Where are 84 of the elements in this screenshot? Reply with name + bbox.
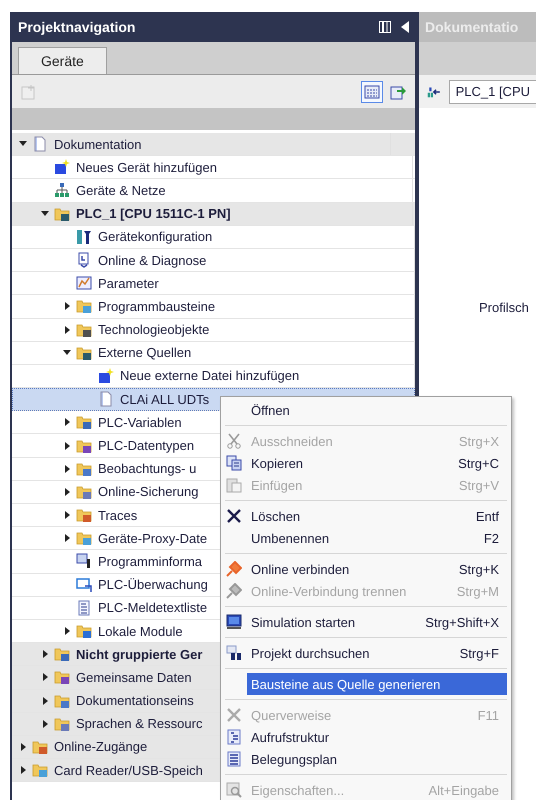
menu-item[interactable]: Bausteine aus Quelle generieren [247,673,507,695]
table-view-icon [364,84,380,100]
new-item-icon [54,159,70,176]
new-item-icon [98,368,114,384]
caret-right-icon[interactable] [18,765,28,776]
folder-icon [76,438,92,454]
tree-item[interactable]: Externe Quellen [12,342,415,365]
caret-right-icon[interactable] [62,464,72,474]
tree-item[interactable]: PLC_1 [CPU 1511C-1 PN] [12,202,415,226]
device-dropdown[interactable]: PLC_1 [CPU [448,80,536,104]
folder-icon [54,716,70,732]
shortcut-label: F11 [478,708,499,722]
plug-icon [226,561,242,577]
folder-icon [54,692,70,709]
shortcut-label: Strg+X [458,434,499,448]
shortcut-label: Alt+Eingabe [428,782,499,798]
split-view-icon[interactable] [379,21,391,33]
computer-icon [226,614,242,630]
structure-icon [226,729,242,745]
caret-right-icon[interactable] [40,718,50,729]
tree-item[interactable]: Programmbausteine [12,295,415,318]
scissors-icon [226,433,242,449]
shortcut-label: Strg+Shift+X [425,614,499,630]
content-text: Profilsch [479,300,529,315]
tab[interactable]: Geräte [18,47,107,74]
caret-right-icon[interactable] [62,440,72,451]
caret-right-icon[interactable] [62,301,72,312]
caret-right-icon[interactable] [40,649,50,660]
caret-right-icon[interactable] [40,696,50,706]
parameter-icon [76,275,92,292]
folder-icon [76,507,92,524]
copy-icon [226,455,242,471]
document-icon [98,391,114,408]
plug-icon [226,583,242,599]
document-icon [32,136,48,152]
shortcut-label: F2 [484,530,499,546]
shortcut-label: Strg+F [460,646,499,660]
tree-item[interactable]: Neues Gerät hinzufügen [12,156,415,180]
folder-icon [76,623,92,640]
folder-icon [76,530,92,546]
folder-icon [54,646,70,662]
tree-item[interactable]: Gerätekonfiguration [12,226,415,249]
info-icon [76,553,92,570]
wrench-icon [76,228,92,245]
shortcut-label: Strg+M [456,584,499,598]
export-icon [390,84,406,100]
folder-icon [54,206,70,222]
folder-icon [32,762,48,778]
monitor-icon [76,576,92,593]
folder-icon [76,344,92,361]
caret-right-icon[interactable] [40,672,50,682]
tree-item[interactable]: Online & Diagnose [12,248,415,272]
collapse-icon[interactable] [401,21,409,33]
caret-right-icon[interactable] [62,626,72,636]
folder-icon [76,322,92,338]
binoculars-icon [226,645,242,661]
tree-item[interactable]: Parameter [12,272,415,296]
shortcut-label: Strg+V [458,478,499,492]
tree-item[interactable]: Technologieobjekte [12,318,415,342]
shortcut-label: Strg+C [458,456,499,470]
folder-icon [54,669,70,686]
tree-item[interactable]: Dokumentation [12,133,415,156]
folder-icon [76,414,92,430]
clipboard-icon [226,477,242,493]
network-icon [54,182,70,198]
shortcut-label: Strg+K [458,562,499,576]
folder-icon [76,460,92,477]
list-icon [76,600,92,616]
close-icon [226,508,242,524]
toolbar-button[interactable] [361,80,383,102]
folder-icon [32,738,48,755]
caret-right-icon[interactable] [62,533,72,544]
add-icon [21,84,37,100]
shortcut-label: Entf [476,508,499,524]
panel-title: Projektnavigation [18,19,136,35]
folder-icon [76,484,92,500]
caret-right-icon[interactable] [62,486,72,497]
caret-right-icon[interactable] [62,417,72,428]
folder-icon [76,298,92,314]
cross-reference-icon [226,707,242,723]
caret-right-icon[interactable] [62,324,72,335]
caret-right-icon[interactable] [62,510,72,520]
caret-right-icon[interactable] [18,742,28,752]
list-icon [226,751,242,767]
